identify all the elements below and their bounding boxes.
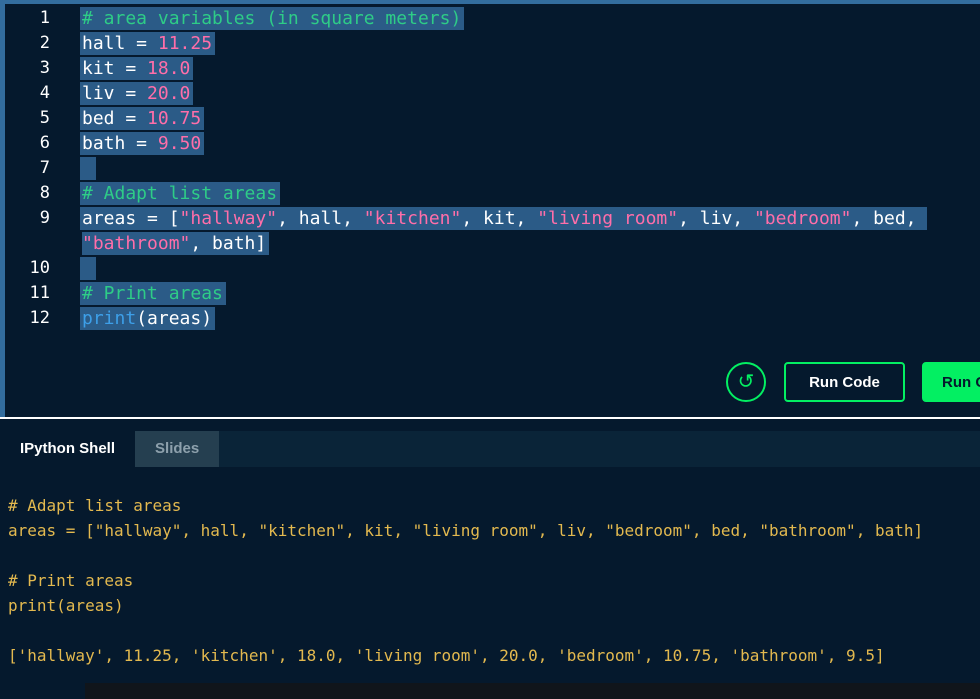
line-number: 12 (29, 308, 50, 328)
line-number: 6 (39, 133, 50, 153)
code-editor[interactable]: 1 # area variables (in square meters) 2 hal… (0, 0, 980, 417)
line-number: 2 (39, 33, 50, 53)
code-line[interactable]: 7 (0, 156, 980, 181)
line-number: 1 (39, 8, 50, 28)
code-line[interactable]: 9 areas = ["hallway", hall, "kitchen", ki… (0, 206, 980, 256)
editor-actions: ↺ Run Code Run Code (0, 362, 980, 402)
editor-top-border (0, 0, 980, 4)
submit-run-button[interactable]: Run Code (922, 362, 980, 402)
shell-scrollbar[interactable] (85, 683, 980, 699)
code-line[interactable]: 8 # Adapt list areas (0, 181, 980, 206)
line-number: 10 (29, 258, 50, 278)
code-line[interactable]: 12 print(areas) (0, 306, 980, 331)
line-number: 5 (39, 108, 50, 128)
line-number: 4 (39, 83, 50, 103)
line-number: 9 (39, 208, 50, 228)
tab-slides[interactable]: Slides (135, 431, 220, 467)
code-line[interactable]: 6 bath = 9.50 (0, 131, 980, 156)
ipython-shell-pane: IPython Shell Slides # Adapt list areas … (0, 419, 980, 699)
run-code-button[interactable]: Run Code (784, 362, 905, 402)
reset-icon: ↺ (737, 371, 755, 393)
shell-output-text: # Adapt list areas areas = ["hallway", h… (8, 496, 924, 665)
code-line[interactable]: 2 hall = 11.25 (0, 31, 980, 56)
reset-button[interactable]: ↺ (726, 362, 766, 402)
code-line[interactable]: 4 liv = 20.0 (0, 81, 980, 106)
code-line[interactable]: 11 # Print areas (0, 281, 980, 306)
code-line[interactable]: 10 (0, 256, 980, 281)
tab-ipython-shell[interactable]: IPython Shell (0, 431, 136, 467)
code-line[interactable]: 1 # area variables (in square meters) (0, 6, 980, 31)
line-number: 11 (29, 283, 50, 303)
line-number: 7 (39, 158, 50, 178)
code-line[interactable]: 5 bed = 10.75 (0, 106, 980, 131)
line-number: 3 (39, 58, 50, 78)
code-lines[interactable]: 1 # area variables (in square meters) 2 hal… (0, 6, 980, 331)
code-line[interactable]: 3 kit = 18.0 (0, 56, 980, 81)
shell-tabbar: IPython Shell Slides (0, 431, 980, 467)
shell-output[interactable]: # Adapt list areas areas = ["hallway", h… (0, 467, 980, 699)
line-number: 8 (39, 183, 50, 203)
